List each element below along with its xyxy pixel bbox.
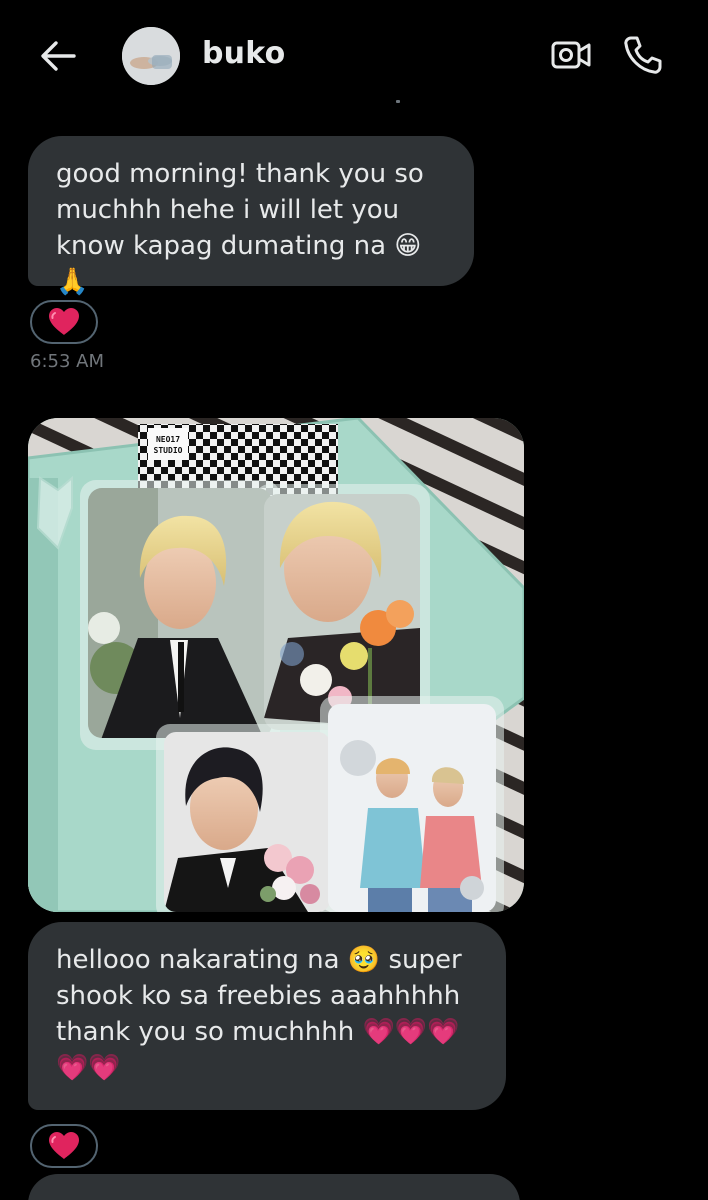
scroll-mark (396, 100, 400, 103)
message-bubble-received-partial[interactable] (28, 1174, 520, 1200)
message-text: good morning! thank you so muchhh hehe i… (56, 159, 424, 261)
back-button[interactable] (36, 36, 80, 76)
photocards-photo: NEO17 STUDIO (28, 418, 524, 912)
message-emoji: 🥹 (347, 945, 381, 975)
heart-reaction[interactable] (30, 300, 98, 344)
image-message[interactable]: NEO17 STUDIO (28, 418, 524, 912)
phone-icon (624, 36, 662, 74)
contact-avatar[interactable] (122, 27, 180, 85)
heart-reaction[interactable] (30, 1124, 98, 1168)
dm-conversation-screen: buko good morning! thank you so muchhh h… (0, 0, 708, 1200)
conversation-header: buko (0, 0, 708, 110)
message-timestamp: 6:53 AM (30, 351, 104, 372)
message-bubble-received[interactable]: good morning! thank you so muchhh hehe i… (28, 136, 474, 297)
message-bubble-received[interactable]: hellooo nakarating na 🥹 super shook ko s… (28, 922, 506, 1110)
voice-call-button[interactable] (622, 34, 664, 76)
contact-name[interactable]: buko (202, 36, 285, 71)
svg-text:STUDIO: STUDIO (154, 446, 183, 455)
avatar-image (122, 27, 180, 85)
arrow-left-icon (41, 41, 76, 71)
heart-icon (49, 308, 79, 335)
video-call-icon (551, 41, 591, 69)
video-call-button[interactable] (550, 36, 592, 74)
heart-icon (49, 1132, 79, 1159)
brand-label: NEO17 (156, 435, 180, 444)
message-text: hellooo nakarating na (56, 945, 340, 975)
